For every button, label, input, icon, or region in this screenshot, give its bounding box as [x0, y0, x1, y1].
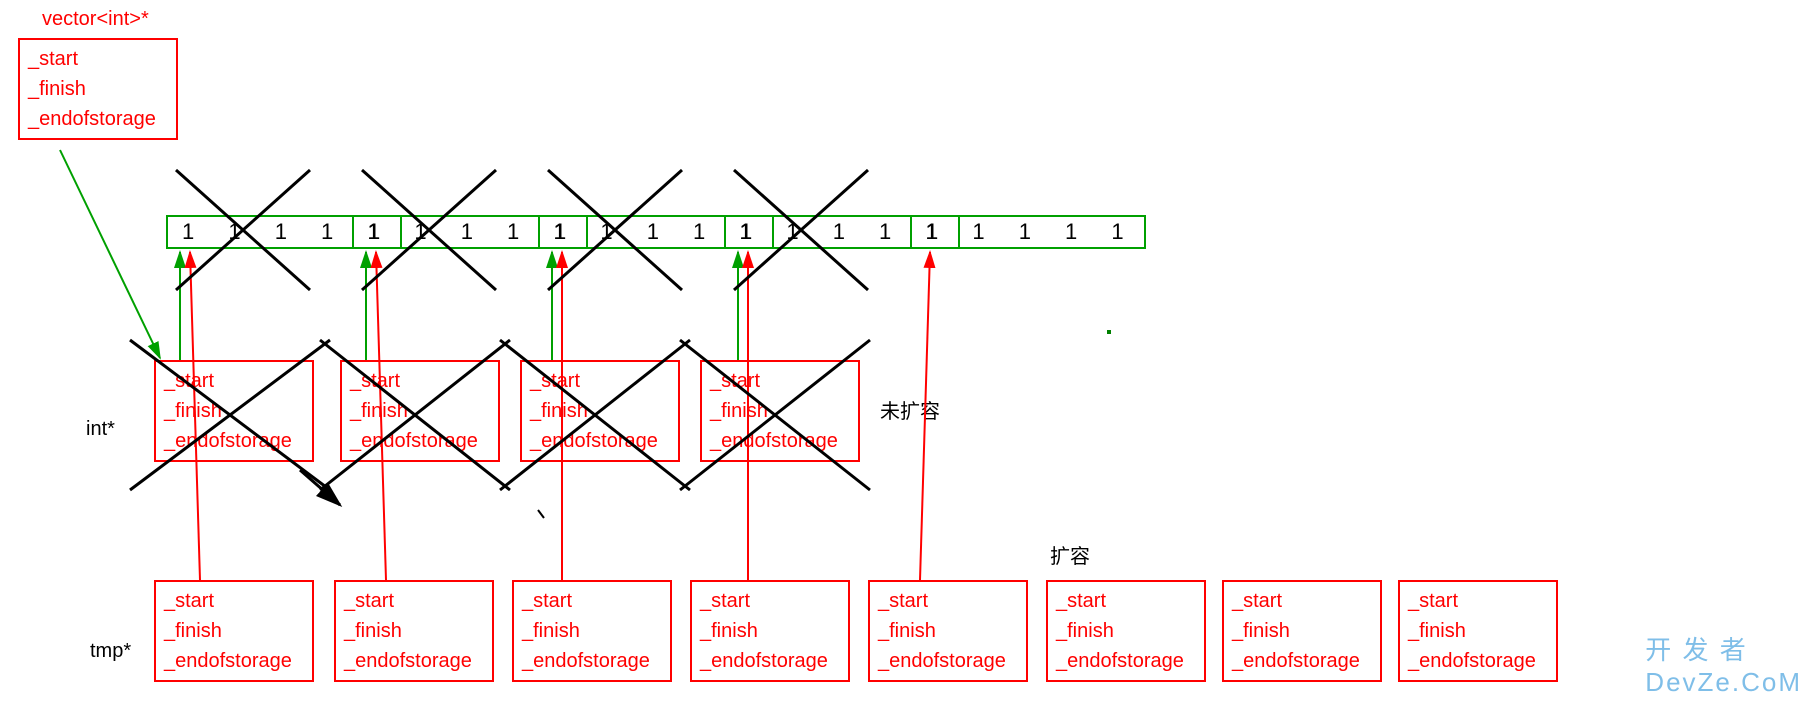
- expand-label: 扩容: [1050, 540, 1090, 569]
- bot-box-0: _start _finish _endofstorage: [154, 580, 314, 682]
- bot-box-4: _start _finish _endofstorage: [868, 580, 1028, 682]
- mid-box-1: _start _finish _endofstorage: [340, 360, 500, 462]
- stray-dot: [1107, 330, 1111, 334]
- bot-box-2: _start _finish _endofstorage: [512, 580, 672, 682]
- int-star-label: int*: [86, 418, 115, 441]
- top-pointer-box: _start _finish _endofstorage: [18, 38, 178, 140]
- field-finish: _finish: [28, 74, 168, 104]
- green-cell-4: 1 1 1 1 1: [910, 215, 1146, 249]
- bot-box-6: _start _finish _endofstorage: [1222, 580, 1382, 682]
- tmp-star-label: tmp*: [90, 640, 131, 663]
- field-start: _start: [28, 44, 168, 74]
- bot-box-7: _start _finish _endofstorage: [1398, 580, 1558, 682]
- bot-box-1: _start _finish _endofstorage: [334, 580, 494, 682]
- bot-box-5: _start _finish _endofstorage: [1046, 580, 1206, 682]
- mid-box-0: _start _finish _endofstorage: [154, 360, 314, 462]
- mid-box-3: _start _finish _endofstorage: [700, 360, 860, 462]
- mid-box-2: _start _finish _endofstorage: [520, 360, 680, 462]
- field-eos: _endofstorage: [28, 104, 168, 134]
- title-label: vector<int>*: [42, 8, 149, 31]
- no-expand-label: 未扩容: [880, 395, 940, 424]
- watermark: 开 发 者DevZe.CoM: [1645, 630, 1802, 698]
- bot-box-3: _start _finish _endofstorage: [690, 580, 850, 682]
